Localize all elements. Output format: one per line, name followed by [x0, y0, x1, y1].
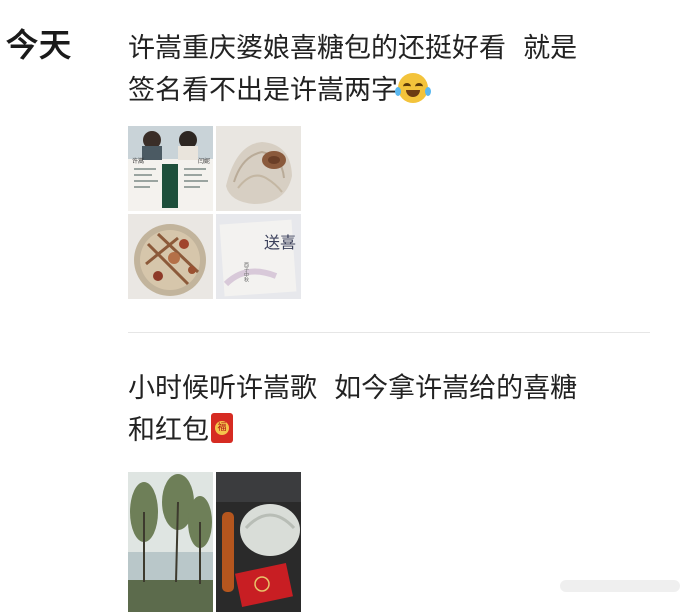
- red-envelope-icon: 福: [211, 413, 233, 443]
- watermark: [560, 580, 680, 592]
- card-label-right: 闫妮: [198, 157, 210, 165]
- image-grid: 许嵩 闫妮 送喜 西子中秋: [128, 126, 648, 299]
- post-text-line1: 许嵩重庆婆娘喜糖包的还挺好看 就是: [128, 33, 578, 64]
- post-image-lake-trees[interactable]: [128, 472, 213, 612]
- post-text-line2: 和红包: [128, 415, 209, 446]
- card-text: 送喜: [264, 233, 296, 252]
- post-image-candy-bag[interactable]: [216, 126, 301, 211]
- post-text: 许嵩重庆婆娘喜糖包的还挺好看 就是 签名看不出是许嵩两字: [128, 28, 648, 112]
- card-label-left: 许嵩: [132, 157, 144, 165]
- post-image-wedding-card[interactable]: 许嵩 闫妮: [128, 126, 213, 211]
- post-image-calligraphy[interactable]: 送喜 西子中秋: [216, 214, 301, 299]
- post-image-red-packet[interactable]: [216, 472, 301, 612]
- post-divider: [128, 332, 650, 333]
- post-text: 小时候听许嵩歌 如今拿许嵩给的喜糖 和红包福: [128, 368, 648, 452]
- post-text-line1: 小时候听许嵩歌 如今拿许嵩给的喜糖: [128, 373, 578, 404]
- moment-post: 许嵩重庆婆娘喜糖包的还挺好看 就是 签名看不出是许嵩两字 许嵩 闫妮 送喜 西子…: [128, 28, 648, 299]
- day-label: 今天: [6, 26, 73, 64]
- post-text-line2: 签名看不出是许嵩两字: [128, 75, 398, 106]
- card-small-text: 西子中秋: [243, 262, 249, 283]
- post-image-dried-flowers[interactable]: [128, 214, 213, 299]
- moment-post: 小时候听许嵩歌 如今拿许嵩给的喜糖 和红包福: [128, 368, 648, 612]
- laughing-tears-icon: [395, 73, 431, 103]
